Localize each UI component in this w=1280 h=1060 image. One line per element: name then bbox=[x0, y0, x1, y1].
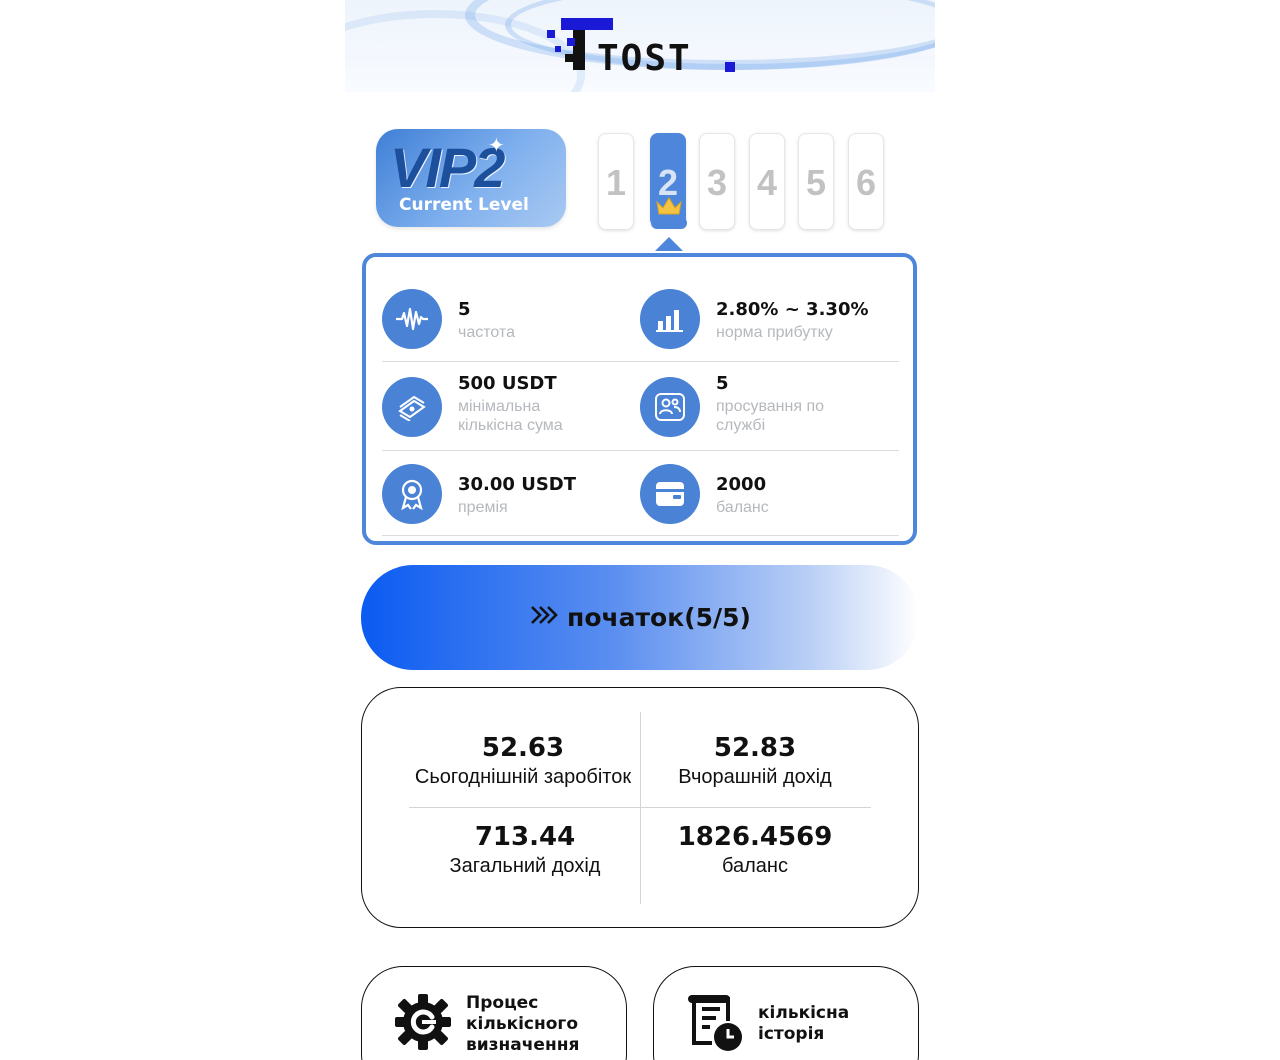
vip-title: VIP2 bbox=[390, 136, 505, 199]
balance-stat-label: баланс bbox=[722, 855, 788, 877]
info-row: 500 USDT мінімальна кількісна сума 5 про… bbox=[382, 363, 899, 451]
total-income-label: Загальний дохід bbox=[449, 855, 601, 877]
bar-chart-icon bbox=[640, 289, 700, 349]
level-number: 1 bbox=[605, 162, 627, 203]
quantification-history-label: кількісна історія bbox=[758, 1003, 850, 1044]
today-earnings-stat: 52.63 Сьогоднішній заробіток bbox=[406, 732, 640, 790]
quantification-process-label: Процес кількісного визначення bbox=[466, 993, 580, 1055]
sparkle-icon: ✦ bbox=[488, 133, 505, 157]
promotion-label: просування по службі bbox=[716, 398, 825, 434]
min-amount-value: 500 USDT bbox=[458, 373, 557, 394]
start-button[interactable]: початок(5/5) bbox=[361, 565, 919, 670]
level-pointer-arrow bbox=[655, 237, 683, 251]
frequency-label: частота bbox=[458, 324, 515, 341]
balance-stat-value: 1826.4569 bbox=[677, 822, 833, 852]
history-document-icon bbox=[684, 991, 746, 1053]
waveform-icon bbox=[382, 289, 442, 349]
earnings-stats-card: 52.63 Сьогоднішній заробіток 52.83 Вчора… bbox=[361, 687, 919, 928]
quantification-history-card[interactable]: кількісна історія bbox=[653, 966, 919, 1060]
vip-level-badge: VIP2 ✦ Current Level bbox=[376, 129, 566, 227]
logo-text: TOST bbox=[597, 38, 692, 79]
level-number: 4 bbox=[756, 162, 778, 203]
gear-icon bbox=[392, 991, 454, 1053]
level-tab-1[interactable]: 1 bbox=[598, 133, 634, 230]
yesterday-income-stat: 52.83 Вчорашній дохід bbox=[635, 732, 875, 790]
frequency-value: 5 bbox=[458, 299, 471, 320]
active-level-indicator bbox=[651, 217, 687, 229]
today-earnings-label: Сьогоднішній заробіток bbox=[414, 766, 632, 788]
profit-rate-value: 2.80% ~ 3.30% bbox=[716, 299, 869, 320]
balance-label: баланс bbox=[716, 499, 769, 516]
app-screen: TOST VIP2 ✦ Current Level 1 2 3 4 5 6 5 … bbox=[345, 0, 935, 1060]
bonus-label: премія bbox=[458, 499, 508, 516]
yesterday-income-label: Вчорашній дохід bbox=[678, 766, 832, 788]
level-number: 6 bbox=[855, 162, 877, 203]
wallet-icon bbox=[640, 464, 700, 524]
award-icon bbox=[382, 464, 442, 524]
level-number: 3 bbox=[706, 162, 728, 203]
tost-logo: TOST bbox=[545, 16, 745, 79]
level-tab-4[interactable]: 4 bbox=[749, 133, 785, 230]
today-earnings-value: 52.63 bbox=[481, 733, 565, 763]
promotion-value: 5 bbox=[716, 373, 729, 394]
balance-value: 2000 bbox=[716, 474, 767, 495]
level-tab-6[interactable]: 6 bbox=[848, 133, 884, 230]
info-row: 5 частота 2.80% ~ 3.30% норма прибутку bbox=[382, 285, 899, 362]
balance-stat: 1826.4569 баланс bbox=[635, 821, 875, 879]
bonus-value: 30.00 USDT bbox=[458, 474, 577, 495]
vip-subtitle: Current Level bbox=[399, 195, 529, 215]
start-button-label: початок(5/5) bbox=[567, 603, 751, 632]
level-tab-5[interactable]: 5 bbox=[798, 133, 834, 230]
level-number: 5 bbox=[805, 162, 827, 203]
header-banner: TOST bbox=[345, 0, 935, 92]
min-amount-label: мінімальна кількісна сума bbox=[458, 398, 563, 434]
level-tab-3[interactable]: 3 bbox=[699, 133, 735, 230]
yesterday-income-value: 52.83 bbox=[713, 733, 797, 763]
level-info-card: 5 частота 2.80% ~ 3.30% норма прибутку 5… bbox=[362, 253, 917, 545]
total-income-stat: 713.44 Загальний дохід bbox=[405, 821, 645, 879]
double-chevron-right-icon bbox=[529, 603, 559, 633]
profit-rate-label: норма прибутку bbox=[716, 324, 833, 341]
info-row: 30.00 USDT премія 2000 баланс bbox=[382, 452, 899, 536]
quantification-process-card[interactable]: Процес кількісного визначення bbox=[361, 966, 627, 1060]
team-icon bbox=[640, 377, 700, 437]
money-stack-icon bbox=[382, 377, 442, 437]
total-income-value: 713.44 bbox=[474, 822, 576, 852]
divider bbox=[409, 807, 871, 808]
level-tab-2[interactable]: 2 bbox=[650, 133, 686, 227]
